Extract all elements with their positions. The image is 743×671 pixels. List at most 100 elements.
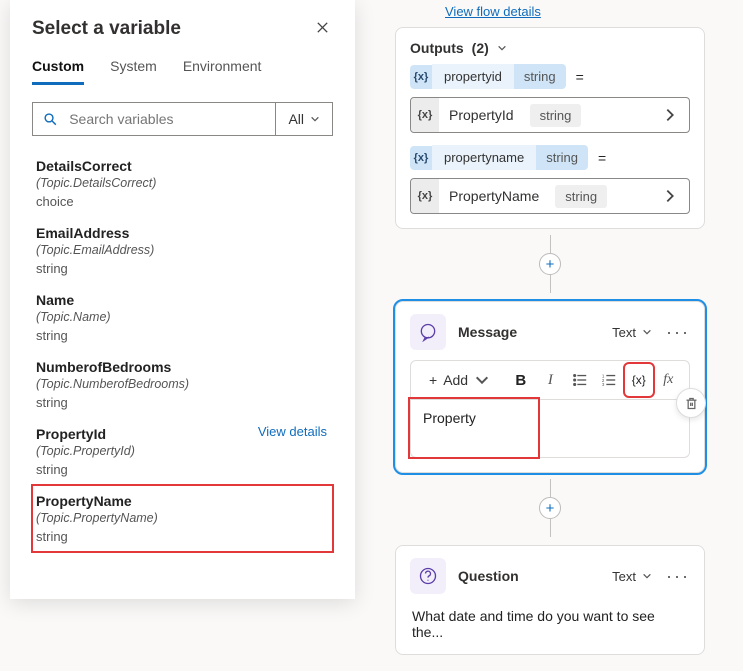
question-more-menu[interactable]: ··· [666, 566, 690, 587]
message-node[interactable]: Message Text ··· + Add B I 123 [395, 301, 705, 473]
node-connector: + [365, 235, 735, 293]
variable-item[interactable]: NumberofBedrooms (Topic.NumberofBedrooms… [32, 351, 333, 418]
variable-search-row: All [32, 102, 333, 136]
output-pill-row: {x} propertyid string = [410, 64, 690, 89]
message-node-title: Message [458, 324, 600, 340]
chevron-down-icon [497, 43, 507, 53]
outputs-title-row[interactable]: Outputs (2) [410, 40, 690, 56]
question-type-dropdown[interactable]: Text [612, 569, 652, 584]
chevron-right-icon [661, 187, 679, 205]
view-flow-details-link[interactable]: View flow details [445, 4, 541, 19]
tab-system[interactable]: System [110, 50, 157, 85]
chevron-down-icon [310, 114, 320, 124]
variable-topic: (Topic.EmailAddress) [36, 243, 329, 257]
question-node-title: Question [458, 568, 600, 584]
variable-panel: Select a variable Custom System Environm… [10, 0, 355, 599]
variable-topic: (Topic.NumberofBedrooms) [36, 377, 329, 391]
message-toolbar: + Add B I 123 {x} fx [410, 360, 690, 400]
search-input[interactable] [67, 110, 265, 128]
message-more-menu[interactable]: ··· [666, 322, 690, 343]
tab-environment[interactable]: Environment [183, 50, 262, 85]
output-pill-row: {x} propertyname string = [410, 145, 690, 170]
outputs-count: (2) [472, 40, 489, 56]
outputs-card: Outputs (2) {x} propertyid string = {x} … [395, 27, 705, 229]
chevron-down-icon [642, 571, 652, 581]
message-type-label: Text [612, 325, 636, 340]
variable-name: Name [36, 292, 329, 308]
variable-item[interactable]: EmailAddress (Topic.EmailAddress) string [32, 217, 333, 284]
variable-type: choice [36, 194, 329, 209]
variable-search-box[interactable] [33, 103, 275, 135]
toolbar-formula-button[interactable]: fx [656, 365, 681, 395]
variable-item[interactable]: Name (Topic.Name) string [32, 284, 333, 351]
output-setvar-picker[interactable]: {x} PropertyId string [410, 97, 690, 133]
delete-variation-button[interactable] [676, 388, 706, 418]
variable-name: NumberofBedrooms [36, 359, 329, 375]
toolbar-add-button[interactable]: + Add [419, 365, 500, 395]
variable-scope-tabs: Custom System Environment [32, 50, 333, 86]
setvar-type: string [530, 104, 582, 127]
annotation-box [410, 399, 538, 457]
equals-text: = [574, 69, 586, 85]
message-type-dropdown[interactable]: Text [612, 325, 652, 340]
variable-type: string [36, 328, 329, 343]
output-var-pill[interactable]: {x} propertyid string [410, 64, 566, 89]
output-var-pill[interactable]: {x} propertyname string [410, 145, 588, 170]
output-setvar-picker[interactable]: {x} PropertyName string [410, 178, 690, 214]
variable-glyph-icon: {x} [411, 179, 439, 213]
search-icon [43, 111, 57, 127]
variable-glyph-icon: {x} [411, 98, 439, 132]
question-icon [410, 558, 446, 594]
setvar-name: PropertyId [439, 107, 524, 123]
tab-custom[interactable]: Custom [32, 50, 84, 85]
authoring-canvas: View flow details Outputs (2) {x} proper… [365, 0, 735, 671]
output-var-name: propertyname [432, 145, 536, 170]
variable-type: string [36, 261, 329, 276]
variable-item[interactable]: PropertyName (Topic.PropertyName) string [32, 485, 333, 552]
node-connector: + [365, 479, 735, 537]
search-scope-label: All [288, 111, 304, 127]
chevron-right-icon [661, 106, 679, 124]
message-body-text: Property [423, 410, 476, 426]
variable-item[interactable]: View details PropertyId (Topic.PropertyI… [32, 418, 333, 485]
output-var-type: string [536, 145, 588, 170]
close-icon [315, 20, 330, 35]
setvar-name: PropertyName [439, 188, 549, 204]
variable-type: string [36, 529, 329, 544]
equals-text: = [596, 150, 608, 166]
question-body-text[interactable]: What date and time do you want to see th… [410, 604, 690, 640]
add-node-button[interactable]: + [539, 497, 561, 519]
variable-topic: (Topic.Name) [36, 310, 329, 324]
variable-topic: (Topic.DetailsCorrect) [36, 176, 329, 190]
question-node[interactable]: Question Text ··· What date and time do … [395, 545, 705, 655]
view-details-link[interactable]: View details [258, 424, 327, 439]
setvar-type: string [555, 185, 607, 208]
variable-name: EmailAddress [36, 225, 329, 241]
toolbar-bold-button[interactable]: B [508, 365, 533, 395]
output-var-type: string [514, 64, 566, 89]
variable-panel-title: Select a variable [32, 18, 181, 40]
toolbar-numbered-list-button[interactable]: 123 [597, 365, 622, 395]
toolbar-italic-button[interactable]: I [538, 365, 563, 395]
variable-glyph-icon: {x} [410, 65, 432, 89]
message-body-editor[interactable]: Property [410, 400, 690, 458]
close-button[interactable] [311, 19, 333, 40]
search-scope-dropdown[interactable]: All [275, 103, 332, 135]
variable-glyph-icon: {x} [410, 146, 432, 170]
add-node-button[interactable]: + [539, 253, 561, 275]
outputs-title: Outputs [410, 40, 464, 56]
svg-text:3: 3 [602, 382, 605, 387]
output-var-name: propertyid [432, 64, 514, 89]
question-type-label: Text [612, 569, 636, 584]
variable-name: PropertyName [36, 493, 329, 509]
toolbar-insert-variable-button[interactable]: {x} [626, 365, 651, 395]
toolbar-bullet-list-button[interactable] [567, 365, 592, 395]
variable-type: string [36, 395, 329, 410]
variable-list: DetailsCorrect (Topic.DetailsCorrect) ch… [32, 150, 333, 552]
variable-topic: (Topic.PropertyId) [36, 444, 329, 458]
chevron-down-icon [642, 327, 652, 337]
toolbar-add-label: Add [443, 372, 468, 388]
message-node-header: Message Text ··· [410, 314, 690, 350]
variable-item[interactable]: DetailsCorrect (Topic.DetailsCorrect) ch… [32, 150, 333, 217]
top-link-area: View flow details [395, 0, 705, 27]
